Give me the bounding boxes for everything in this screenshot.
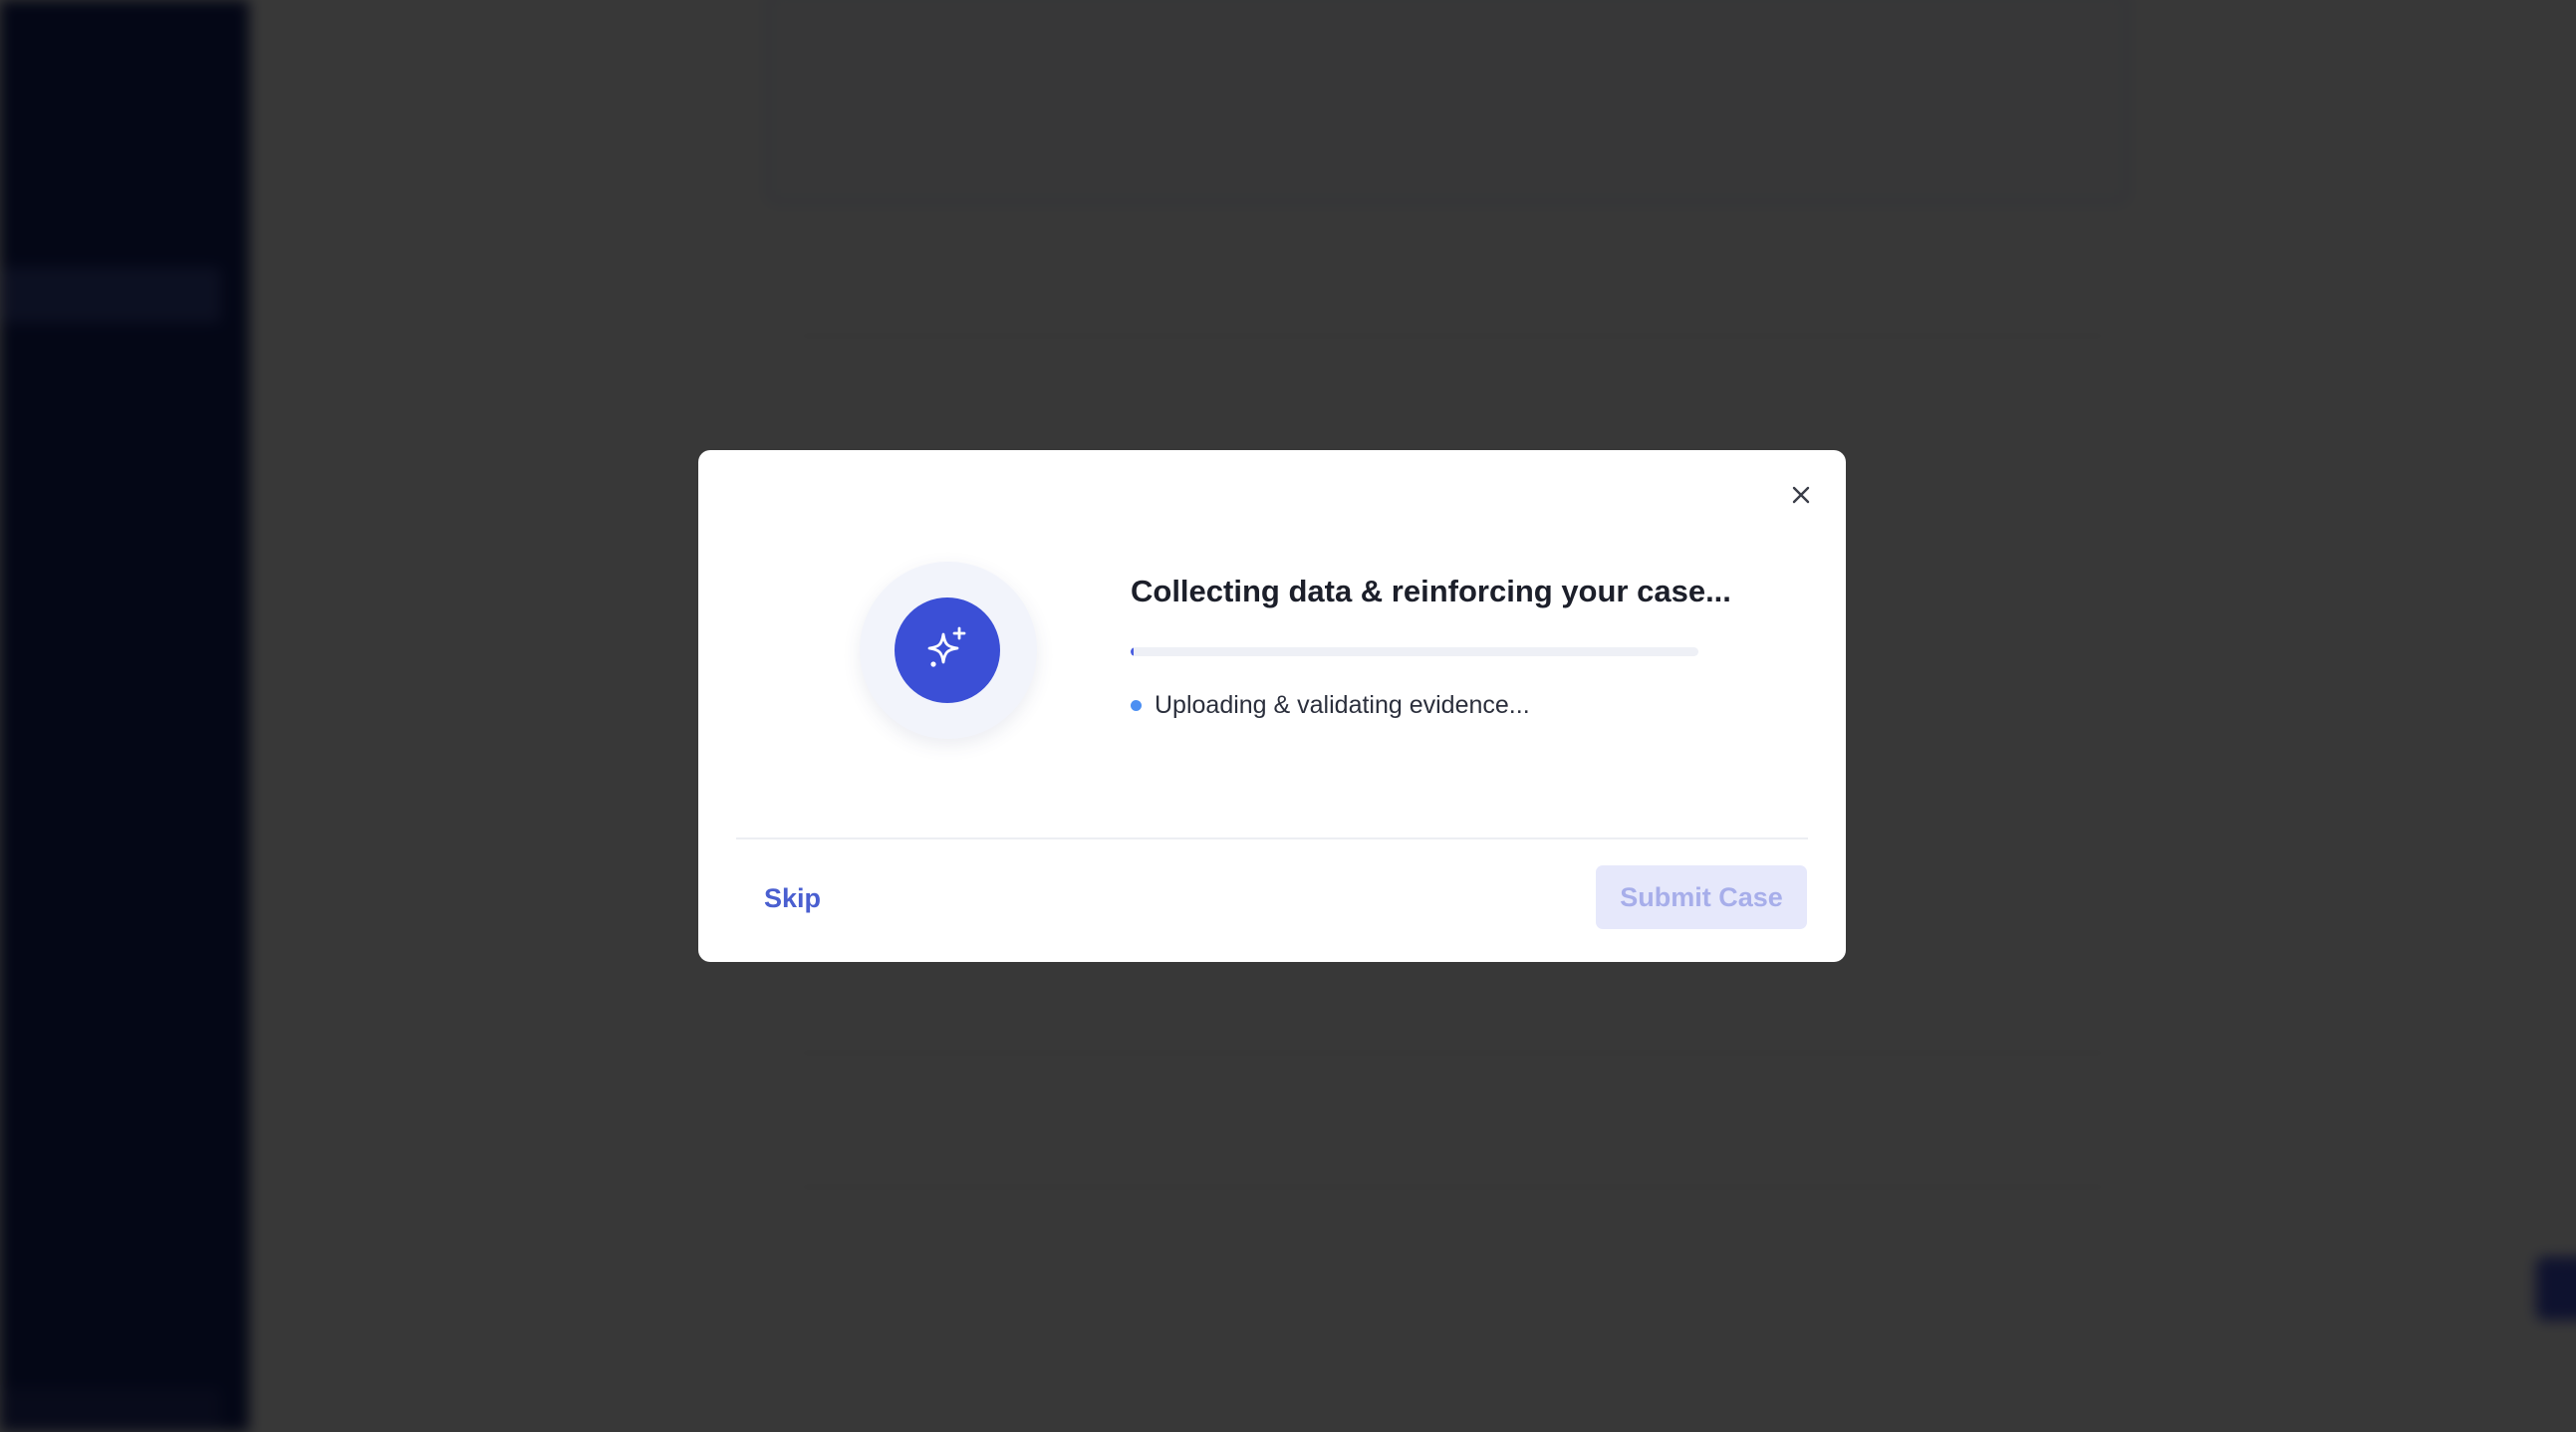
status-text: Uploading & validating evidence...: [1155, 691, 1530, 719]
progress-bar: [1131, 647, 1698, 656]
close-button[interactable]: [1784, 478, 1818, 512]
sparkles-badge: [895, 597, 1000, 703]
progress-fill: [1131, 647, 1135, 656]
status-dot-icon: [1131, 700, 1142, 711]
close-icon: [1792, 486, 1810, 504]
sparkles-icon: [927, 626, 966, 667]
status-row: Uploading & validating evidence...: [1131, 691, 1530, 720]
modal-title: Collecting data & reinforcing your case.…: [1131, 574, 1731, 608]
skip-button[interactable]: Skip: [756, 866, 829, 930]
progress-modal: Collecting data & reinforcing your case.…: [698, 450, 1846, 962]
divider: [736, 837, 1808, 839]
submit-case-button[interactable]: Submit Case: [1596, 865, 1807, 929]
